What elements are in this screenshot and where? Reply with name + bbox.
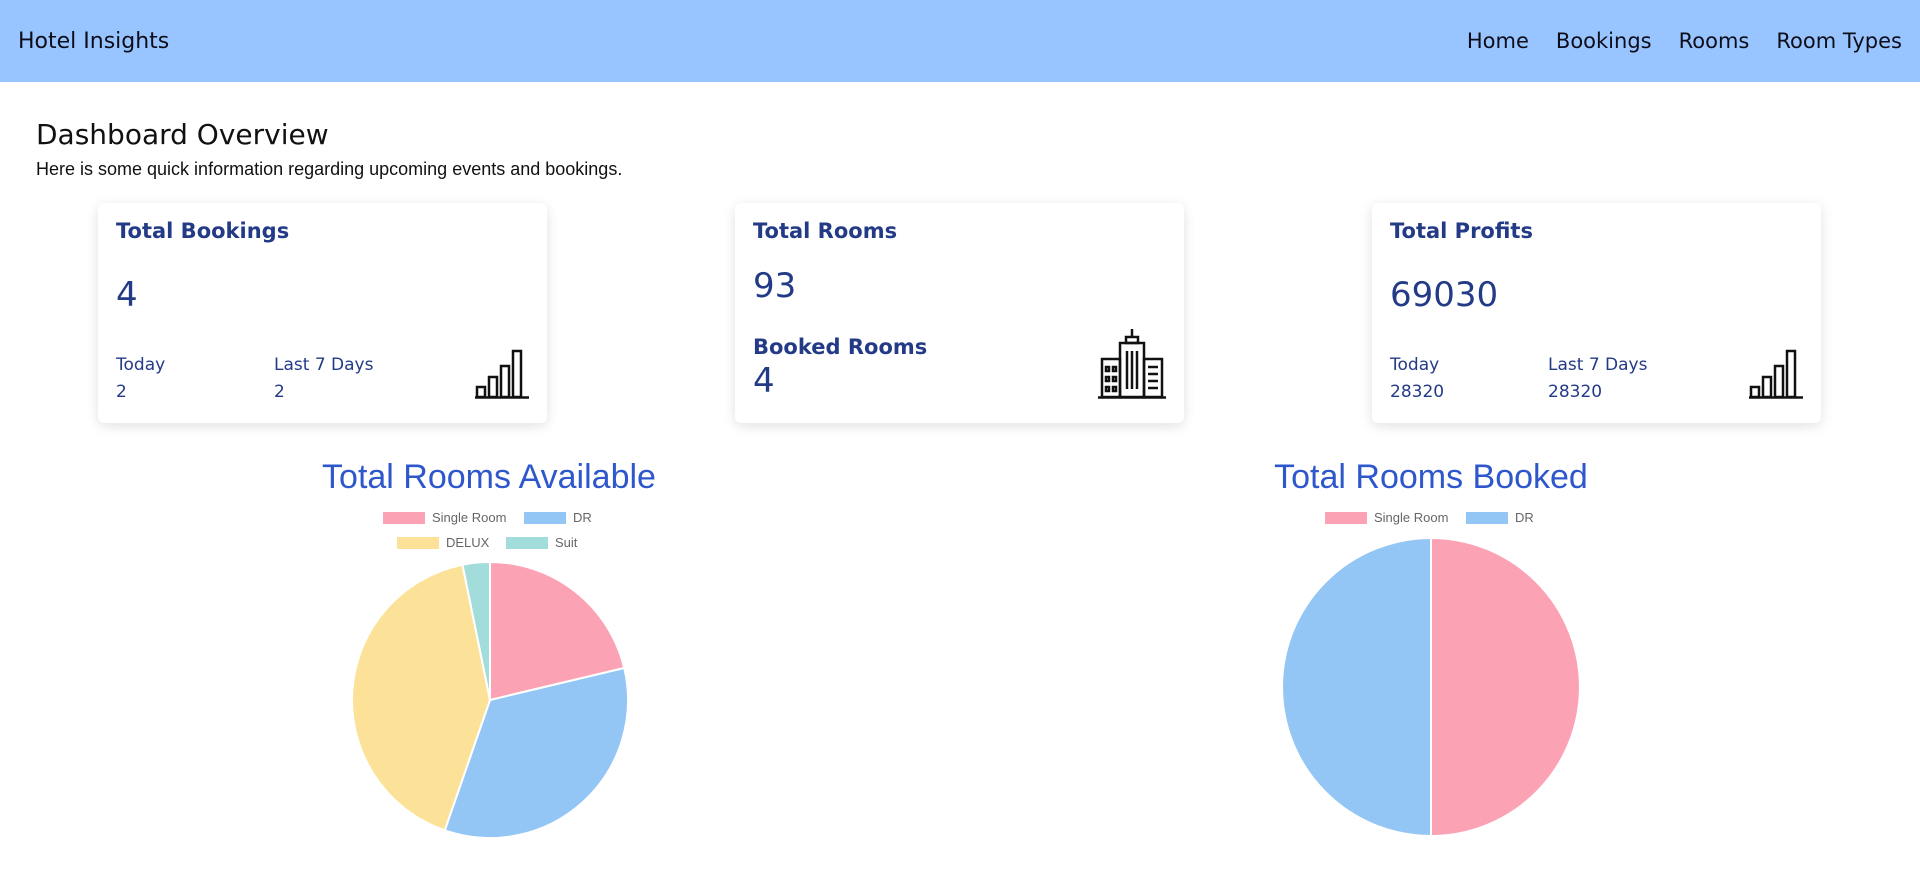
nav-links: Home Bookings Rooms Room Types (1467, 29, 1902, 53)
pie-chart-rooms-booked (1281, 536, 1581, 838)
nav-home[interactable]: Home (1467, 29, 1529, 53)
booked-rooms-value: 4 (753, 361, 775, 401)
legend-label: DR (1515, 510, 1534, 525)
nav-rooms[interactable]: Rooms (1679, 29, 1750, 53)
bar-chart-icon (1749, 349, 1803, 403)
legend-item-suit[interactable]: Suit (506, 535, 577, 550)
legend-swatch (1325, 511, 1367, 524)
bar-chart-icon (475, 349, 529, 403)
legend-item-delux[interactable]: DELUX (397, 535, 489, 550)
building-icon (1098, 329, 1166, 403)
today-value: 28320 (1390, 382, 1445, 402)
today-label: Today (1390, 355, 1440, 375)
legend-item-dr[interactable]: DR (524, 510, 592, 525)
pie-slice-dr[interactable] (1281, 536, 1432, 838)
total-bookings-value: 4 (116, 275, 138, 315)
brand-title[interactable]: Hotel Insights (18, 29, 169, 54)
total-profits-card: Total Profits 69030 Today 28320 Last 7 D… (1372, 203, 1821, 423)
legend-label: Suit (555, 535, 578, 550)
legend-label: Single Room (432, 510, 507, 525)
booked-rooms-label: Booked Rooms (753, 335, 928, 359)
page-header: Dashboard Overview Here is some quick in… (36, 118, 622, 180)
total-rooms-value: 93 (753, 266, 797, 306)
pie-slice-single-room[interactable] (1430, 536, 1581, 838)
last-7-days-value: 28320 (1548, 382, 1603, 402)
chart-title-rooms-available: Total Rooms Available (322, 458, 656, 496)
card-title: Total Profits (1390, 219, 1533, 243)
legend-label: Single Room (1374, 510, 1449, 525)
page-title: Dashboard Overview (36, 118, 329, 151)
legend-swatch (524, 511, 566, 524)
legend-swatch (397, 536, 439, 549)
legend-item-single-room[interactable]: Single Room (1325, 510, 1448, 525)
legend-item-dr[interactable]: DR (1466, 510, 1534, 525)
legend-swatch (506, 536, 548, 549)
navbar: Hotel Insights Home Bookings Rooms Room … (0, 0, 1920, 82)
chart-title-rooms-booked: Total Rooms Booked (1274, 458, 1588, 496)
page-subtitle: Here is some quick information regarding… (36, 159, 623, 179)
total-bookings-card: Total Bookings 4 Today 2 Last 7 Days 2 (98, 203, 547, 423)
total-profits-value: 69030 (1390, 275, 1499, 315)
legend-label: DELUX (446, 535, 490, 550)
today-label: Today (116, 355, 166, 375)
total-rooms-card: Total Rooms 93 Booked Rooms 4 (735, 203, 1184, 423)
legend-swatch (1466, 511, 1508, 524)
last-7-days-value: 2 (274, 382, 285, 402)
last-7-days-label: Last 7 Days (274, 355, 374, 375)
legend-item-single-room[interactable]: Single Room (383, 510, 506, 525)
pie-chart-rooms-available (351, 560, 629, 839)
nav-bookings[interactable]: Bookings (1556, 29, 1652, 53)
nav-room-types[interactable]: Room Types (1776, 29, 1902, 53)
last-7-days-label: Last 7 Days (1548, 355, 1648, 375)
today-value: 2 (116, 382, 127, 402)
legend-label: DR (573, 510, 592, 525)
legend-swatch (383, 511, 425, 524)
card-title: Total Bookings (116, 219, 290, 243)
card-title: Total Rooms (753, 219, 898, 243)
